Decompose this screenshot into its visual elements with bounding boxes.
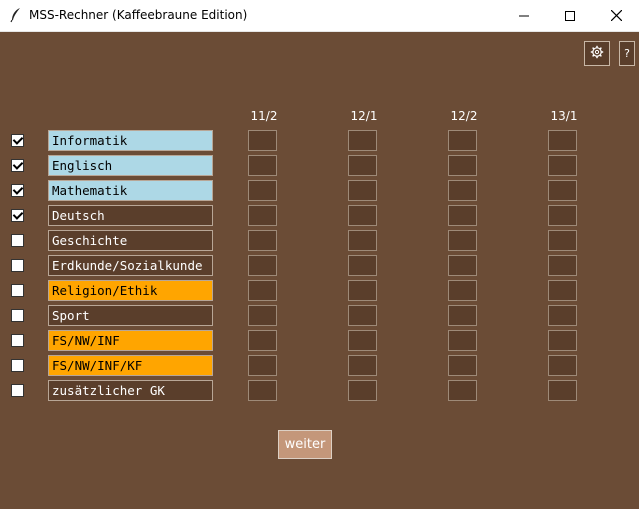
grade-input[interactable] <box>548 380 577 401</box>
grade-input[interactable] <box>448 205 477 226</box>
window-title: MSS-Rechner (Kaffeebraune Edition) <box>29 8 248 22</box>
grade-input[interactable] <box>548 305 577 326</box>
subject-checkbox[interactable] <box>11 159 24 172</box>
subject-field[interactable]: zusätzlicher GK <box>48 380 213 401</box>
column-header-3: 12/2 <box>450 109 478 123</box>
grade-input[interactable] <box>348 305 377 326</box>
grade-input[interactable] <box>348 380 377 401</box>
subject-checkbox[interactable] <box>11 359 24 372</box>
subject-field[interactable]: Religion/Ethik <box>48 280 213 301</box>
subject-checkbox[interactable] <box>11 184 24 197</box>
title-bar: MSS-Rechner (Kaffeebraune Edition) <box>0 0 639 32</box>
grade-input[interactable] <box>548 180 577 201</box>
minimize-button[interactable] <box>501 0 547 31</box>
subject-field[interactable]: FS/NW/INF <box>48 330 213 351</box>
grade-input[interactable] <box>248 330 277 351</box>
grade-input[interactable] <box>248 305 277 326</box>
subject-field[interactable]: FS/NW/INF/KF <box>48 355 213 376</box>
subject-checkbox[interactable] <box>11 284 24 297</box>
column-header-1: 11/2 <box>250 109 278 123</box>
maximize-button[interactable] <box>547 0 593 31</box>
subject-field[interactable]: Erdkunde/Sozialkunde <box>48 255 213 276</box>
settings-button[interactable] <box>584 41 610 66</box>
column-header-4: 13/1 <box>550 109 578 123</box>
grade-input[interactable] <box>548 130 577 151</box>
grade-input[interactable] <box>348 205 377 226</box>
grade-input[interactable] <box>348 330 377 351</box>
subject-checkbox[interactable] <box>11 259 24 272</box>
grade-input[interactable] <box>448 155 477 176</box>
grade-input[interactable] <box>548 205 577 226</box>
grade-input[interactable] <box>448 180 477 201</box>
subject-field[interactable]: Geschichte <box>48 230 213 251</box>
subject-checkbox[interactable] <box>11 334 24 347</box>
grade-input[interactable] <box>348 255 377 276</box>
help-button[interactable]: ? <box>619 41 635 66</box>
grade-input[interactable] <box>348 180 377 201</box>
grade-input[interactable] <box>348 230 377 251</box>
grade-input[interactable] <box>548 330 577 351</box>
subject-checkbox[interactable] <box>11 134 24 147</box>
column-header-2: 12/1 <box>350 109 378 123</box>
grade-input[interactable] <box>348 355 377 376</box>
grade-input[interactable] <box>248 180 277 201</box>
close-button[interactable] <box>593 0 639 31</box>
grade-input[interactable] <box>248 230 277 251</box>
grade-input[interactable] <box>248 380 277 401</box>
grade-input[interactable] <box>248 255 277 276</box>
grade-input[interactable] <box>448 380 477 401</box>
grade-input[interactable] <box>348 155 377 176</box>
grade-input[interactable] <box>448 130 477 151</box>
grade-input[interactable] <box>448 355 477 376</box>
grade-input[interactable] <box>248 155 277 176</box>
grade-input[interactable] <box>448 330 477 351</box>
grade-input[interactable] <box>448 230 477 251</box>
grade-input[interactable] <box>248 130 277 151</box>
grade-input[interactable] <box>548 355 577 376</box>
subject-checkbox[interactable] <box>11 209 24 222</box>
grade-input[interactable] <box>248 355 277 376</box>
weiter-button[interactable]: weiter <box>278 430 332 459</box>
grade-input[interactable] <box>548 230 577 251</box>
subject-checkbox[interactable] <box>11 309 24 322</box>
grade-input[interactable] <box>448 305 477 326</box>
subject-field[interactable]: Mathematik <box>48 180 213 201</box>
grade-input[interactable] <box>548 280 577 301</box>
grade-input[interactable] <box>448 280 477 301</box>
grade-input[interactable] <box>448 255 477 276</box>
grade-input[interactable] <box>248 280 277 301</box>
subject-field[interactable]: Deutsch <box>48 205 213 226</box>
subject-field[interactable]: Englisch <box>48 155 213 176</box>
feather-icon <box>8 7 24 23</box>
grade-input[interactable] <box>248 205 277 226</box>
subject-checkbox[interactable] <box>11 234 24 247</box>
grade-input[interactable] <box>348 280 377 301</box>
grade-input[interactable] <box>548 255 577 276</box>
grade-input[interactable] <box>548 155 577 176</box>
gear-icon <box>590 45 604 62</box>
subject-field[interactable]: Informatik <box>48 130 213 151</box>
subject-checkbox[interactable] <box>11 384 24 397</box>
grade-input[interactable] <box>348 130 377 151</box>
subject-field[interactable]: Sport <box>48 305 213 326</box>
